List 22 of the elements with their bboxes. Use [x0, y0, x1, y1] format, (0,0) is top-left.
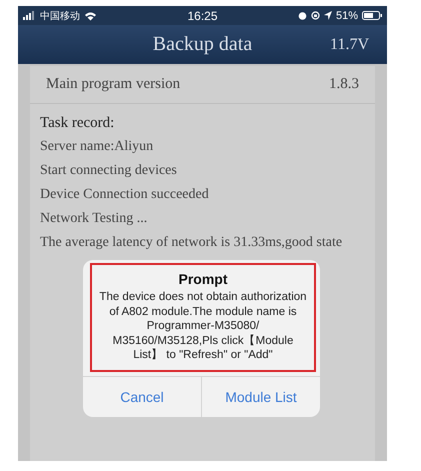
carrier-name: 中国移动 — [40, 10, 80, 22]
version-value: 1.8.3 — [329, 76, 359, 93]
wifi-icon — [84, 10, 97, 20]
version-label: Main program version — [46, 76, 180, 93]
task-heading: Task record: — [40, 115, 116, 132]
location-icon — [324, 11, 332, 20]
rotation-lock-icon — [310, 11, 320, 20]
voltage-reading: 11.7V — [330, 36, 369, 54]
signal-icon — [23, 11, 36, 20]
log-line: Network Testing ... — [40, 210, 148, 228]
battery-percent: 51% — [336, 10, 358, 22]
dialog-message: The device does not obtain authorization of A802 module.The module name is Programmer-M35080/ M35160/M35128,Pls click【Module List】 to "Refresh" or "Add" — [98, 290, 308, 362]
page-title: Backup data — [152, 33, 252, 56]
log-line: The average latency of network is 31.33ms,good state — [40, 234, 344, 252]
dialog-title: Prompt — [178, 271, 228, 287]
log-line: Start connecting devices — [40, 162, 178, 180]
dialog-button[interactable]: Module List — [201, 376, 320, 416]
dialog-button[interactable]: Cancel — [83, 376, 201, 416]
clock-time: 16:25 — [187, 8, 218, 22]
log-line: Server name:Aliyun — [40, 138, 154, 156]
battery-icon — [362, 11, 382, 20]
log-line: Device Connection succeeded — [40, 186, 210, 204]
